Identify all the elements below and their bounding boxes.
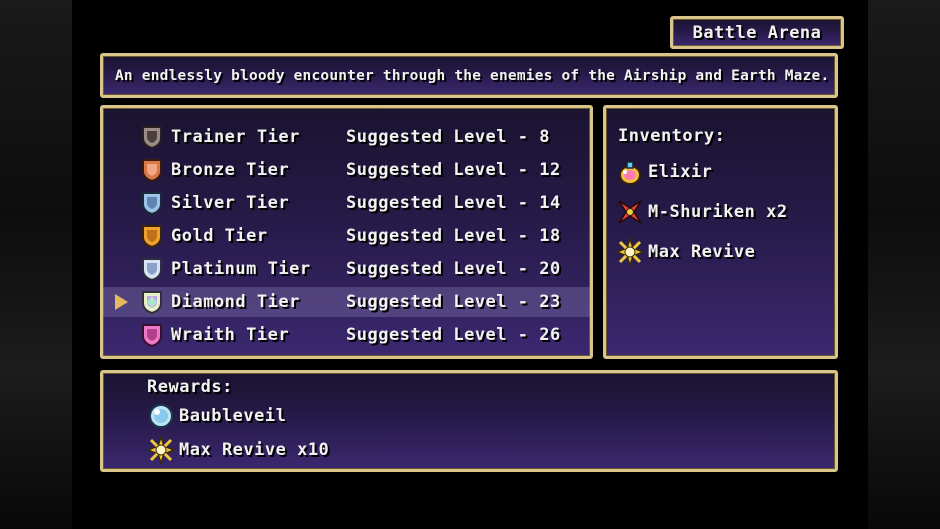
title-window: Battle Arena: [670, 16, 844, 49]
background-right-edge: [868, 0, 940, 529]
tier-suggested-level: Suggested Level - 8: [346, 127, 550, 147]
inventory-item-name: M-Shuriken x2: [648, 202, 788, 222]
tier-row-silver[interactable]: Silver Tier Suggested Level - 14: [103, 188, 590, 218]
background-left-edge: [0, 0, 72, 529]
reward-item: Baubleveil: [147, 401, 286, 431]
diamond-shield-icon: [142, 291, 162, 314]
tier-suggested-level: Suggested Level - 12: [346, 160, 561, 180]
arena-description: An endlessly bloody encounter through th…: [115, 67, 830, 84]
inventory-item-name: Elixir: [648, 162, 713, 182]
description-window: An endlessly bloody encounter through th…: [100, 53, 838, 98]
tier-row-gold[interactable]: Gold Tier Suggested Level - 18: [103, 221, 590, 251]
max-revive-icon: [616, 238, 644, 266]
tier-row-platinum[interactable]: Platinum Tier Suggested Level - 20: [103, 254, 590, 284]
tier-name: Bronze Tier: [171, 160, 290, 180]
inventory-window: Inventory: Elixir M-Shuriken x2 Max Revi…: [603, 105, 838, 359]
tier-suggested-level: Suggested Level - 26: [346, 325, 561, 345]
tier-list-window: Trainer Tier Suggested Level - 8 Bronze …: [100, 105, 593, 359]
tier-row-trainer[interactable]: Trainer Tier Suggested Level - 8: [103, 122, 590, 152]
tier-suggested-level: Suggested Level - 20: [346, 259, 561, 279]
tier-row-wraith[interactable]: Wraith Tier Suggested Level - 26: [103, 320, 590, 350]
tier-name: Gold Tier: [171, 226, 268, 246]
tier-row-diamond[interactable]: Diamond Tier Suggested Level - 23: [103, 287, 590, 317]
gold-shield-icon: [142, 225, 162, 248]
selection-cursor-icon: [115, 294, 128, 310]
tier-suggested-level: Suggested Level - 14: [346, 193, 561, 213]
inventory-heading: Inventory:: [618, 126, 726, 146]
elixir-icon: [619, 161, 641, 185]
reward-item-name: Max Revive x10: [179, 440, 330, 460]
inventory-item: M-Shuriken x2: [616, 197, 788, 227]
rewards-heading: Rewards:: [147, 377, 233, 397]
inventory-item: Max Revive: [616, 237, 755, 267]
screen-title: Battle Arena: [692, 22, 822, 43]
inventory-item-name: Max Revive: [648, 242, 756, 262]
wraith-shield-icon: [142, 324, 162, 347]
tier-name: Platinum Tier: [171, 259, 311, 279]
tier-name: Wraith Tier: [171, 325, 290, 345]
tier-suggested-level: Suggested Level - 23: [346, 292, 561, 312]
silver-shield-icon: [142, 192, 162, 215]
platinum-shield-icon: [142, 258, 162, 281]
bronze-shield-icon: [142, 159, 162, 182]
inventory-item: Elixir: [616, 157, 712, 187]
tier-name: Trainer Tier: [171, 127, 300, 147]
tier-name: Silver Tier: [171, 193, 290, 213]
tier-suggested-level: Suggested Level - 18: [346, 226, 561, 246]
tier-row-bronze[interactable]: Bronze Tier Suggested Level - 12: [103, 155, 590, 185]
tier-name: Diamond Tier: [171, 292, 300, 312]
reward-item-name: Baubleveil: [179, 406, 287, 426]
shuriken-icon: [618, 200, 642, 224]
rewards-window: Rewards: Baubleveil Max Revive x10: [100, 370, 838, 472]
baubleveil-icon: [149, 404, 173, 428]
trainer-shield-icon: [142, 126, 162, 149]
max-revive-icon: [147, 436, 175, 464]
reward-item: Max Revive x10: [147, 435, 329, 465]
